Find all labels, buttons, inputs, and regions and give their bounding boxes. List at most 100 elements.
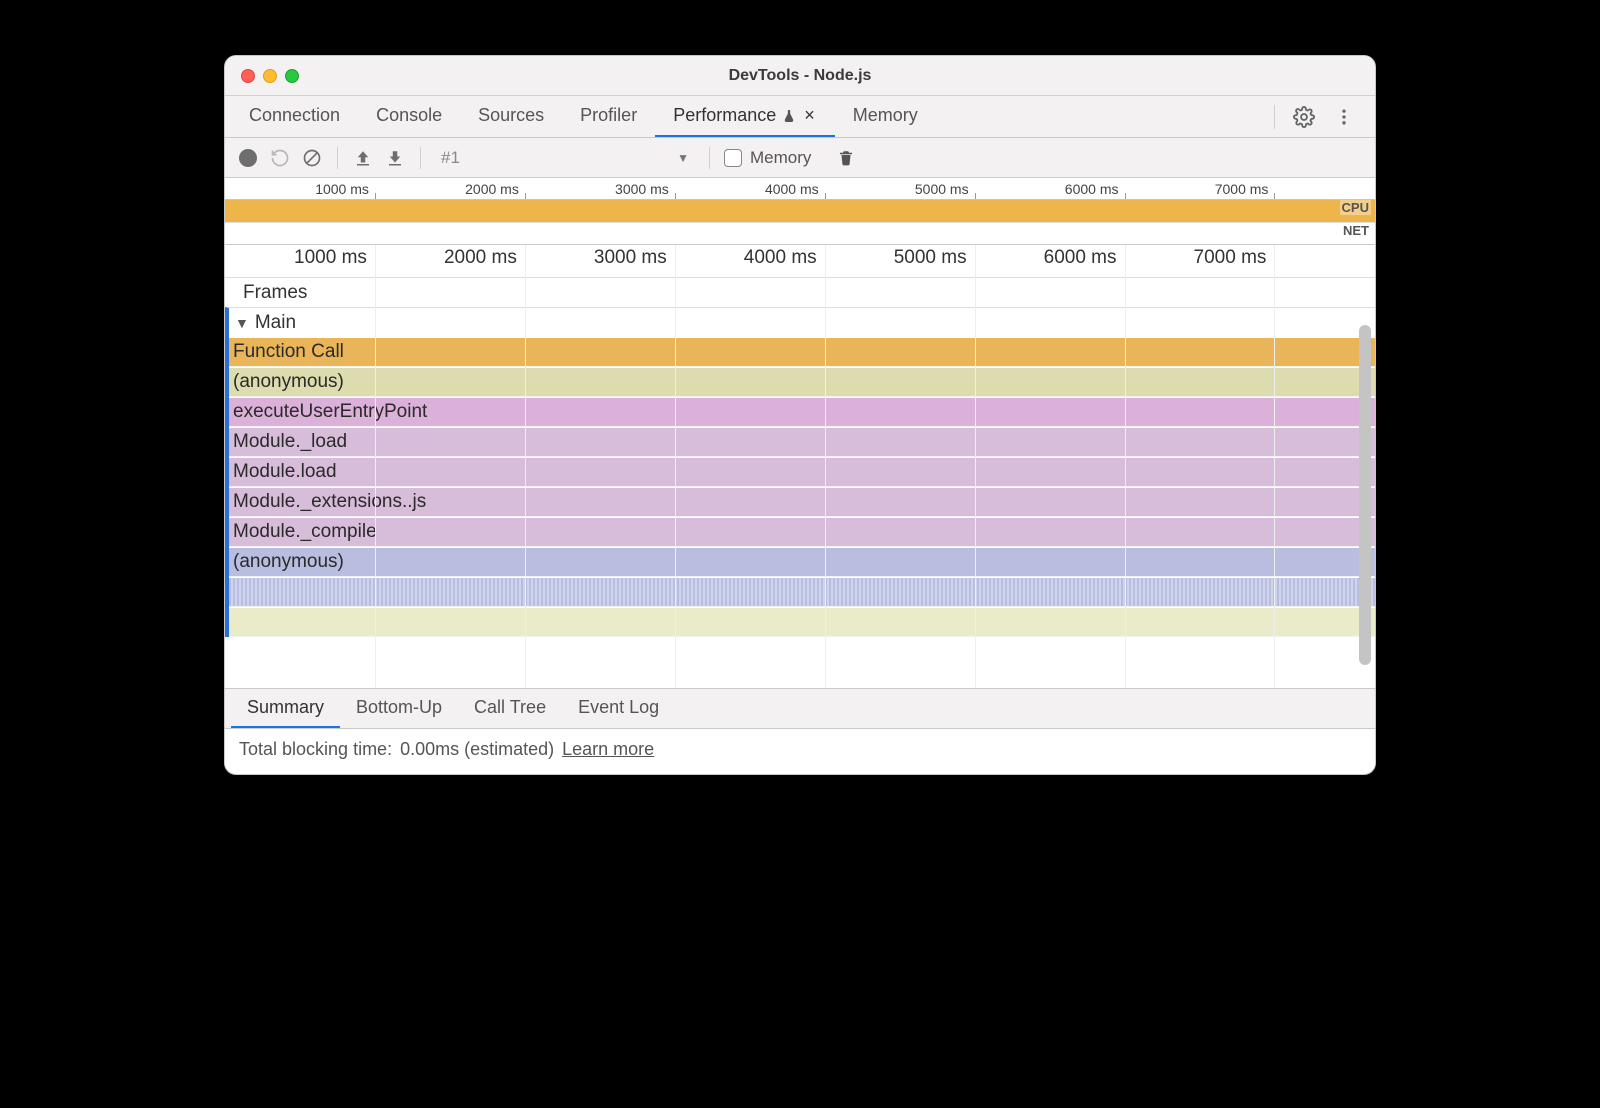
- overview-ruler[interactable]: 1000 ms2000 ms3000 ms4000 ms5000 ms6000 …: [225, 178, 1375, 200]
- flame-row[interactable]: [229, 607, 1375, 637]
- grid-line: [525, 245, 526, 688]
- flame-rows[interactable]: Function Call (anonymous) executeUserEntry…: [225, 337, 1375, 637]
- overview-tick: 5000 ms: [975, 178, 1035, 199]
- overview-cpu-label: CPU: [1340, 200, 1371, 215]
- flask-icon: [782, 108, 796, 124]
- flame-chart[interactable]: 1000 ms2000 ms3000 ms4000 ms5000 ms6000 …: [225, 245, 1375, 688]
- tab-console[interactable]: Console: [358, 96, 460, 137]
- flame-bar[interactable]: [229, 578, 1375, 606]
- divider: [420, 147, 421, 169]
- ruler-tick: 5000 ms: [894, 247, 975, 269]
- overview-tick: 7000 ms: [1274, 178, 1334, 199]
- clear-icon[interactable]: [301, 147, 323, 169]
- record-button[interactable]: [237, 147, 259, 169]
- tab-label: Sources: [478, 105, 544, 126]
- zoom-window-button[interactable]: [285, 69, 299, 83]
- flame-row[interactable]: Function Call: [229, 337, 1375, 367]
- tab-label: Connection: [249, 105, 340, 126]
- memory-checkbox-label: Memory: [750, 148, 811, 168]
- tab-label: Console: [376, 105, 442, 126]
- tab-profiler[interactable]: Profiler: [562, 96, 655, 137]
- tab-performance[interactable]: Performance ×: [655, 96, 835, 137]
- flame-bar-label: executeUserEntryPoint: [233, 401, 427, 423]
- detail-tab-event-log[interactable]: Event Log: [562, 689, 675, 728]
- memory-checkbox[interactable]: Memory: [724, 148, 811, 168]
- recording-selector[interactable]: #1 ▼: [435, 148, 695, 168]
- overview-tick-label: 4000 ms: [765, 181, 825, 197]
- kebab-menu-icon[interactable]: [1333, 106, 1355, 128]
- ruler-tick: 2000 ms: [444, 247, 525, 269]
- disclosure-triangle-icon: ▼: [235, 315, 255, 331]
- detail-tab-bottom-up[interactable]: Bottom-Up: [340, 689, 458, 728]
- grid-line: [975, 245, 976, 688]
- overview-tick-label: 2000 ms: [465, 181, 525, 197]
- overview-tick: 6000 ms: [1125, 178, 1185, 199]
- flame-bar-label: Module._extensions..js: [233, 491, 426, 513]
- save-profile-icon[interactable]: [384, 147, 406, 169]
- tab-connection[interactable]: Connection: [231, 96, 358, 137]
- tab-sources[interactable]: Sources: [460, 96, 562, 137]
- flame-bar[interactable]: (anonymous): [229, 368, 1375, 396]
- detail-tab-summary[interactable]: Summary: [231, 689, 340, 728]
- tbt-prefix: Total blocking time:: [239, 739, 392, 760]
- performance-toolbar: #1 ▼ Memory: [225, 138, 1375, 178]
- flame-bar[interactable]: executeUserEntryPoint: [229, 398, 1375, 426]
- overview-net-track[interactable]: NET: [225, 222, 1375, 244]
- frames-section-header[interactable]: Frames: [225, 277, 1375, 307]
- titlebar: DevTools - Node.js: [225, 56, 1375, 96]
- flame-bar[interactable]: Function Call: [229, 338, 1375, 366]
- flame-row[interactable]: (anonymous): [229, 547, 1375, 577]
- devtools-window: DevTools - Node.js Connection Console Sour…: [224, 55, 1376, 775]
- flame-row[interactable]: Module.load: [229, 457, 1375, 487]
- close-tab-icon[interactable]: ×: [802, 105, 817, 126]
- flame-row[interactable]: [229, 577, 1375, 607]
- close-window-button[interactable]: [241, 69, 255, 83]
- flame-row[interactable]: (anonymous): [229, 367, 1375, 397]
- reload-icon[interactable]: [269, 147, 291, 169]
- overview-strip[interactable]: 1000 ms2000 ms3000 ms4000 ms5000 ms6000 …: [225, 178, 1375, 245]
- flame-bar[interactable]: (anonymous): [229, 548, 1375, 576]
- panel-tabstrip: Connection Console Sources Profiler Performa…: [225, 96, 1375, 138]
- flame-bar-label: (anonymous): [233, 551, 344, 573]
- tab-label: Performance: [673, 105, 776, 126]
- flame-bar[interactable]: Module._extensions..js: [229, 488, 1375, 516]
- flame-bar[interactable]: Module.load: [229, 458, 1375, 486]
- grid-line: [675, 245, 676, 688]
- grid-line: [1125, 245, 1126, 688]
- overview-net-label: NET: [1341, 223, 1371, 238]
- flame-bar-label: (anonymous): [233, 371, 344, 393]
- flame-row[interactable]: Module._load: [229, 427, 1375, 457]
- flame-row[interactable]: Module._compile: [229, 517, 1375, 547]
- flame-row[interactable]: Module._extensions..js: [229, 487, 1375, 517]
- divider: [709, 147, 710, 169]
- overview-tick: 4000 ms: [825, 178, 885, 199]
- tab-label: Profiler: [580, 105, 637, 126]
- main-section-label: Main: [255, 312, 296, 334]
- recording-selector-label: #1: [441, 148, 460, 168]
- load-profile-icon[interactable]: [352, 147, 374, 169]
- garbage-collect-icon[interactable]: [835, 147, 857, 169]
- vertical-scrollbar[interactable]: [1357, 245, 1373, 688]
- flame-bar-label: Module._compile: [233, 521, 377, 543]
- overview-tick-label: 1000 ms: [315, 181, 375, 197]
- checkbox-icon: [724, 149, 742, 167]
- main-section-header[interactable]: ▼ Main: [225, 307, 1375, 337]
- ruler-tick: 6000 ms: [1044, 247, 1125, 269]
- flame-bar[interactable]: [229, 608, 1375, 636]
- detail-tab-call-tree[interactable]: Call Tree: [458, 689, 562, 728]
- flame-row[interactable]: executeUserEntryPoint: [229, 397, 1375, 427]
- settings-icon[interactable]: [1293, 106, 1315, 128]
- ruler-tick: 3000 ms: [594, 247, 675, 269]
- flame-ruler[interactable]: 1000 ms2000 ms3000 ms4000 ms5000 ms6000 …: [225, 245, 1375, 277]
- overview-cpu-track[interactable]: CPU: [225, 200, 1375, 222]
- learn-more-link[interactable]: Learn more: [562, 739, 654, 760]
- scrollbar-thumb[interactable]: [1359, 325, 1371, 665]
- flame-bar[interactable]: Module._load: [229, 428, 1375, 456]
- flame-bar[interactable]: Module._compile: [229, 518, 1375, 546]
- tab-label: Memory: [853, 105, 918, 126]
- minimize-window-button[interactable]: [263, 69, 277, 83]
- ruler-tick: 4000 ms: [744, 247, 825, 269]
- detail-tabstrip: SummaryBottom-UpCall TreeEvent Log: [225, 689, 1375, 729]
- tab-memory[interactable]: Memory: [835, 96, 936, 137]
- divider: [337, 147, 338, 169]
